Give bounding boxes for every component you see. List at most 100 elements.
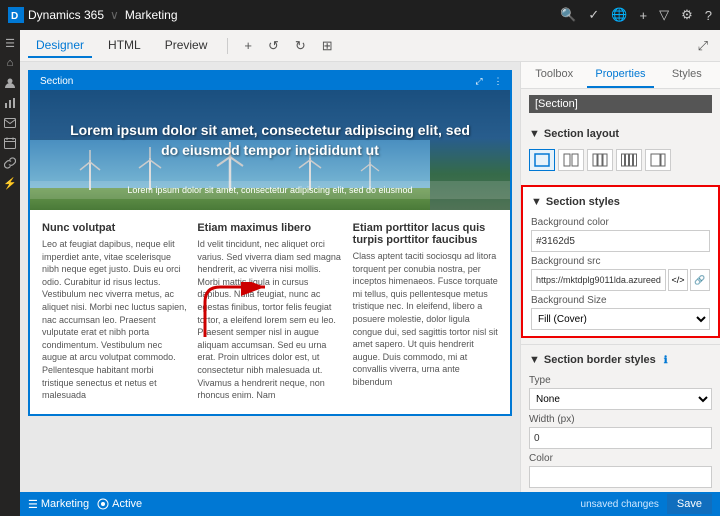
hero-section: Lorem ipsum dolor sit amet, consectetur … xyxy=(30,90,510,210)
content-split: Section ⤢ ⋮ xyxy=(20,62,720,516)
section-action-icons: ⤢ ⋮ xyxy=(471,73,506,89)
filter-icon[interactable]: ▽ xyxy=(659,7,669,23)
unsaved-changes-text: unsaved changes xyxy=(581,499,659,510)
canvas-area[interactable]: Section ⤢ ⋮ xyxy=(20,62,520,516)
section-styles-title: ▼ Section styles xyxy=(531,193,710,211)
check-icon[interactable]: ✓ xyxy=(588,7,599,23)
sidebar-calendar-icon[interactable] xyxy=(1,134,19,152)
layout-2-1col-btn[interactable] xyxy=(645,149,671,171)
section-header-label: [Section] xyxy=(529,95,712,113)
bottom-status[interactable]: Active xyxy=(97,498,142,510)
status-text: Active xyxy=(112,498,142,510)
layout-2col-btn[interactable] xyxy=(558,149,584,171)
col3-heading: Etiam porttitor lacus quis turpis portti… xyxy=(353,222,498,246)
dynamics-logo: D xyxy=(8,7,24,23)
redo-button[interactable]: ↻ xyxy=(291,36,310,56)
tab-toolbox[interactable]: Toolbox xyxy=(521,62,587,88)
layout-3col-btn[interactable] xyxy=(587,149,613,171)
bg-src-link-btn[interactable]: 🔗 xyxy=(690,269,710,291)
col2-body: Id velit tincidunt, nec aliquet orci var… xyxy=(197,238,342,402)
border-width-label: Width (px) xyxy=(529,414,712,425)
styles-title-text: Section styles xyxy=(546,196,620,208)
nav-separator: ∨ xyxy=(110,8,119,22)
border-color-label: Color xyxy=(529,453,712,464)
layout-arrow-icon: ▼ xyxy=(529,128,540,140)
status-icon xyxy=(97,498,109,510)
border-arrow-icon: ▼ xyxy=(529,354,540,366)
bottom-menu-icon: ☰ xyxy=(28,498,38,511)
settings-icon[interactable]: ⚙ xyxy=(681,7,693,23)
top-nav-icons: 🔍 ✓ 🌐 + ▽ ⚙ ? xyxy=(560,7,712,23)
sidebar-person-icon[interactable] xyxy=(1,74,19,92)
search-icon[interactable]: 🔍 xyxy=(560,7,576,23)
sidebar-bolt-icon[interactable]: ⚡ xyxy=(1,174,19,192)
hero-subtext: Lorem ipsum dolor sit amet, consectetur … xyxy=(30,181,510,199)
section-layout-title: ▼ Section layout xyxy=(529,125,712,143)
toolbar-separator xyxy=(227,38,228,54)
main-area: Designer HTML Preview + ↺ ↻ ⊞ ⤢ Section … xyxy=(20,30,720,516)
sidebar-email-icon[interactable] xyxy=(1,114,19,132)
bottom-app-label: Marketing xyxy=(41,498,89,510)
border-width-input[interactable] xyxy=(529,427,712,449)
tab-preview[interactable]: Preview xyxy=(157,34,216,58)
bg-src-code-btn[interactable]: </> xyxy=(668,269,688,291)
section-label: Section xyxy=(34,75,79,88)
section-move-icon[interactable]: ⤢ xyxy=(471,73,487,89)
border-type-label: Type xyxy=(529,375,712,386)
app-name: Dynamics 365 xyxy=(28,8,104,22)
hero-content: Lorem ipsum dolor sit amet, consectetur … xyxy=(40,101,500,180)
border-type-select[interactable]: None xyxy=(529,388,712,410)
layout-1col-btn[interactable] xyxy=(529,149,555,171)
border-info-icon: ℹ xyxy=(664,355,668,366)
bottom-app-name: ☰ Marketing xyxy=(28,498,89,511)
bg-src-input[interactable] xyxy=(531,269,666,291)
add-button[interactable]: + xyxy=(240,36,256,55)
sidebar-home-icon[interactable]: ⌂ xyxy=(1,54,19,72)
bg-size-select[interactable]: Fill (Cover) xyxy=(531,308,710,330)
section-wrapper: Section ⤢ ⋮ xyxy=(28,70,512,416)
styles-arrow-icon: ▼ xyxy=(531,196,542,208)
module-name: Marketing xyxy=(125,8,178,22)
tab-designer[interactable]: Designer xyxy=(28,34,92,58)
section-options-icon[interactable]: ⋮ xyxy=(490,73,506,89)
save-button[interactable]: Save xyxy=(667,494,712,514)
layout-4col-btn[interactable] xyxy=(616,149,642,171)
col-2: Etiam maximus libero Id velit tincidunt,… xyxy=(197,222,342,402)
sidebar-chart-icon[interactable] xyxy=(1,94,19,112)
section-layout-panel: ▼ Section layout xyxy=(521,119,720,183)
bottom-bar: ☰ Marketing Active unsaved changes Save xyxy=(20,492,720,516)
layout-buttons xyxy=(529,149,712,171)
toolbar-right: ⤢ xyxy=(694,36,712,56)
layout-button[interactable]: ⊞ xyxy=(318,36,337,56)
border-color-input[interactable] xyxy=(529,466,712,488)
panel-section-header: [Section] xyxy=(521,89,720,119)
add-icon[interactable]: + xyxy=(640,8,648,23)
expand-button[interactable]: ⤢ xyxy=(694,36,712,56)
sidebar-link-icon[interactable] xyxy=(1,154,19,172)
undo-button[interactable]: ↺ xyxy=(264,36,283,56)
canvas-inner: Section ⤢ ⋮ xyxy=(20,62,520,512)
sidebar-menu-icon[interactable]: ☰ xyxy=(1,34,19,52)
tab-styles[interactable]: Styles xyxy=(654,62,720,88)
col1-heading: Nunc volutpat xyxy=(42,222,187,234)
help-icon[interactable]: ? xyxy=(705,8,712,23)
tab-properties[interactable]: Properties xyxy=(587,62,653,88)
layout-title-text: Section layout xyxy=(544,128,619,140)
globe-icon[interactable]: 🌐 xyxy=(611,7,627,23)
bg-color-input[interactable] xyxy=(531,230,710,252)
top-nav-bar: D Dynamics 365 ∨ Marketing 🔍 ✓ 🌐 + ▽ ⚙ ? xyxy=(0,0,720,30)
bg-size-label: Background Size xyxy=(531,295,710,306)
three-col-section: Nunc volutpat Leo at feugiat dapibus, ne… xyxy=(30,210,510,414)
border-styles-text: Section border styles xyxy=(544,354,656,366)
bg-src-row: </> 🔗 xyxy=(531,269,710,291)
col3-body: Class aptent taciti sociosqu ad litora t… xyxy=(353,250,498,389)
bottom-bar-right: unsaved changes Save xyxy=(581,494,712,514)
col-3: Etiam porttitor lacus quis turpis portti… xyxy=(353,222,498,402)
tab-html[interactable]: HTML xyxy=(100,34,149,58)
bg-color-label: Background color xyxy=(531,217,710,228)
col2-heading: Etiam maximus libero xyxy=(197,222,342,234)
left-sidebar: ☰ ⌂ ⚡ xyxy=(0,30,20,516)
right-panel: Toolbox Properties Styles [Section] ▼ Se… xyxy=(520,62,720,516)
hero-title: Lorem ipsum dolor sit amet, consectetur … xyxy=(70,121,470,160)
svg-text:D: D xyxy=(11,11,18,22)
